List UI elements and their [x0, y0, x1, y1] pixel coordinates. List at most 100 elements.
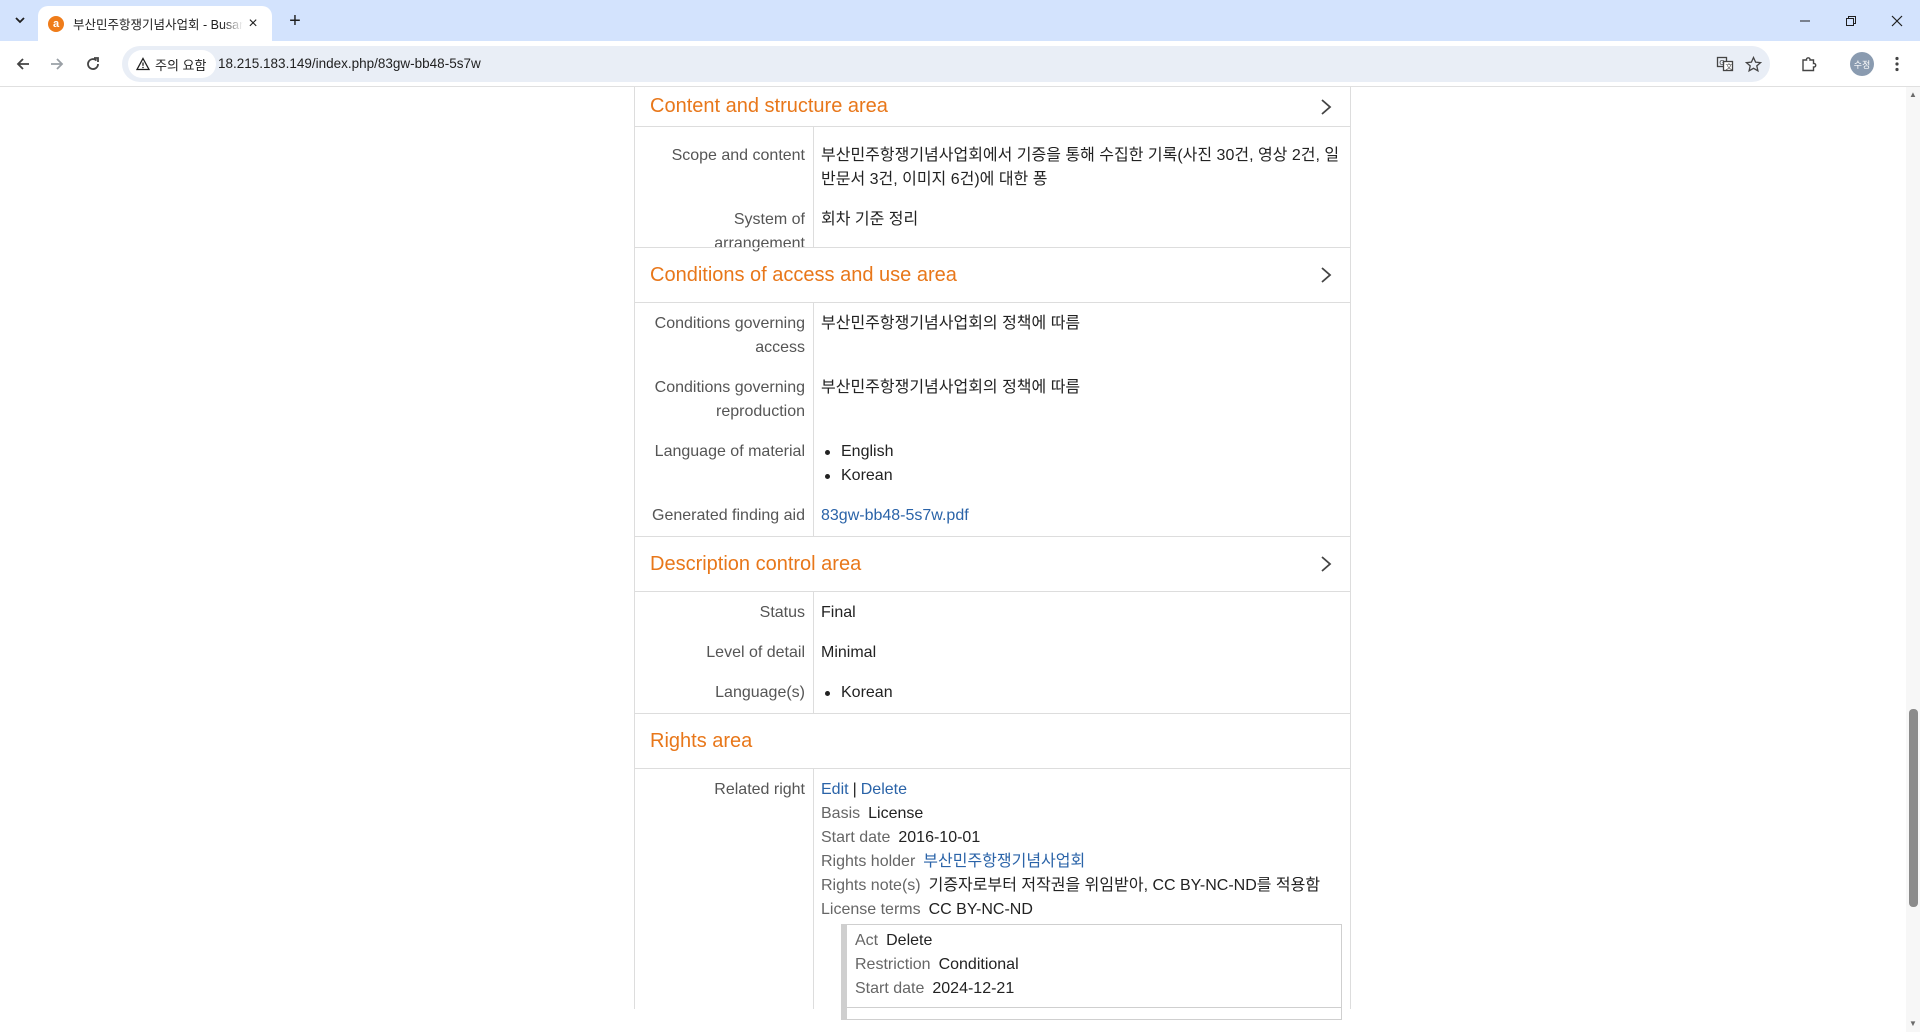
page-viewport: Content and structure area Scope and con…	[0, 87, 1906, 1032]
security-chip[interactable]: 주의 요함	[128, 50, 217, 78]
warning-icon	[136, 57, 150, 71]
close-window-button[interactable]	[1874, 0, 1920, 41]
granted-divider	[847, 1007, 1341, 1008]
rights-note-value: 기증자로부터 저작권을 위임받아, CC BY-NC-ND를 적용함	[928, 877, 1321, 894]
right-notes: Rights note(s) 기증자로부터 저작권을 위임받아, CC BY-NC…	[821, 874, 1350, 898]
more-vertical-icon	[1895, 56, 1899, 72]
field-status: Status Final	[635, 601, 1350, 625]
field-value: 부산민주항쟁기념사업회의 정책에 따름	[821, 315, 1081, 332]
puzzle-icon	[1802, 57, 1817, 72]
section-title: Content and structure area	[650, 95, 888, 117]
star-icon	[1744, 55, 1762, 72]
rights-holder-link[interactable]: 부산민주항쟁기념사업회	[923, 853, 1085, 870]
tab-search-button[interactable]	[8, 8, 32, 32]
scroll-thumb[interactable]	[1909, 709, 1918, 907]
right-actions: Edit | Delete	[821, 778, 1350, 802]
tab-strip: a 부산민주항쟁기념사업회 - Busan × +	[0, 0, 1920, 41]
site-favicon-icon: a	[48, 15, 64, 32]
extensions-button[interactable]	[1794, 49, 1824, 79]
access-use-header[interactable]: Conditions of access and use area	[634, 247, 1351, 303]
field-label: Conditions governing access	[654, 315, 805, 356]
chevron-down-icon	[15, 17, 25, 24]
active-tab[interactable]: a 부산민주항쟁기념사업회 - Busan ×	[38, 6, 272, 41]
bookmark-star-icon[interactable]	[1742, 53, 1764, 75]
minimize-button[interactable]	[1782, 0, 1828, 41]
field-label: Status	[759, 604, 805, 621]
tab-title: 부산민주항쟁기념사업회 - Busan	[73, 18, 243, 32]
security-label: 주의 요함	[155, 57, 207, 73]
field-related-right: Related right Edit | Delete Basis License S…	[635, 778, 1350, 1020]
field-value: 부산민주항쟁기념사업회에서 기증을 통해 수집한 기록(사진 30건, 영상 2…	[821, 147, 1340, 188]
column-divider	[813, 303, 814, 536]
basis-label: Basis	[821, 805, 861, 822]
section-title: Description control area	[650, 552, 862, 575]
close-icon	[1891, 15, 1903, 26]
scroll-down-icon[interactable]: ▼	[1909, 1020, 1917, 1028]
reload-icon	[87, 57, 99, 70]
right-holder: Rights holder 부산민주항쟁기념사업회	[821, 850, 1350, 874]
content-structure-header[interactable]: Content and structure area	[634, 87, 1351, 127]
start-date-label: Start date	[821, 829, 891, 846]
rights-holder-label: Rights holder	[821, 853, 916, 870]
access-use-body: Conditions governing access 부산민주항쟁기념사업회의…	[634, 303, 1351, 536]
translate-icon[interactable]: G文	[1714, 53, 1736, 75]
reload-button[interactable]	[78, 49, 108, 79]
field-languages: Language(s) Korean	[635, 681, 1350, 705]
description-control-header[interactable]: Description control area	[634, 536, 1351, 592]
delete-right-link[interactable]: Delete	[861, 781, 907, 798]
license-terms-label: License terms	[821, 901, 921, 918]
field-value: Korean	[813, 681, 1350, 705]
column-divider	[813, 127, 814, 247]
separator: |	[852, 781, 857, 798]
field-language-of-material: Language of material English Korean	[635, 440, 1350, 488]
svg-text:文: 文	[1726, 62, 1733, 71]
license-terms-value: CC BY-NC-ND	[928, 901, 1033, 918]
granted-right-box: Act Delete Restriction Conditional Start d…	[841, 924, 1342, 1020]
chevron-right-icon	[1321, 267, 1332, 283]
content-structure-body: Scope and content 부산민주항쟁기념사업회에서 기증을 통해 수…	[634, 127, 1351, 252]
field-value: Minimal	[821, 644, 877, 661]
field-label: Language of material	[654, 443, 805, 460]
browser-menu-button[interactable]	[1882, 49, 1912, 79]
translate-glyph-icon: G文	[1716, 56, 1734, 72]
field-label: Scope and content	[671, 147, 805, 164]
field-value: English Korean	[813, 440, 1350, 488]
field-value: Final	[821, 604, 856, 621]
field-level-of-detail: Level of detail Minimal	[635, 641, 1350, 665]
column-divider	[813, 592, 814, 713]
field-label: Language(s)	[715, 684, 805, 701]
tab-close-icon[interactable]: ×	[244, 15, 262, 33]
restore-icon	[1846, 15, 1856, 26]
field-conditions-reproduction: Conditions governing reproduction 부산민주항쟁…	[635, 376, 1350, 424]
section-title: Rights area	[650, 729, 753, 752]
description-control-body: Status Final Level of detail Minimal Lan…	[634, 592, 1351, 713]
field-generated-finding-aid: Generated finding aid 83gw-bb48-5s7w.pdf	[635, 504, 1350, 528]
forward-button[interactable]	[42, 49, 72, 79]
restore-button[interactable]	[1828, 0, 1874, 41]
profile-avatar[interactable]: 수정	[1850, 52, 1874, 76]
granted-act: Act Delete	[855, 929, 1341, 953]
list-item: Korean	[821, 464, 1350, 488]
field-label: Conditions governing reproduction	[654, 379, 805, 420]
edit-right-link[interactable]: Edit	[821, 781, 849, 798]
chevron-right-icon	[1321, 556, 1332, 572]
url-text[interactable]: 18.215.183.149/index.php/83gw-bb48-5s7w	[218, 56, 481, 71]
address-bar[interactable]: 주의 요함 18.215.183.149/index.php/83gw-bb48…	[122, 46, 1770, 82]
field-scope-and-content: Scope and content 부산민주항쟁기념사업회에서 기증을 통해 수…	[635, 144, 1350, 192]
basis-value: License	[868, 805, 924, 822]
new-tab-button[interactable]: +	[283, 9, 307, 33]
list-item: English	[821, 440, 1350, 464]
language-list: English Korean	[821, 440, 1350, 488]
field-value: 83gw-bb48-5s7w.pdf	[813, 504, 1350, 528]
rights-area-header: Rights area	[634, 713, 1351, 769]
finding-aid-link[interactable]: 83gw-bb48-5s7w.pdf	[821, 507, 969, 524]
back-button[interactable]	[8, 49, 38, 79]
act-label: Act	[855, 932, 879, 949]
right-basis: Basis License	[821, 802, 1350, 826]
arrow-left-icon	[16, 58, 29, 70]
page-scrollbar[interactable]: ▲ ▼	[1906, 87, 1920, 1032]
section-title: Conditions of access and use area	[650, 263, 957, 286]
scroll-up-icon[interactable]: ▲	[1909, 91, 1917, 99]
granted-restriction: Restriction Conditional	[855, 953, 1341, 977]
column-divider	[813, 769, 814, 1009]
